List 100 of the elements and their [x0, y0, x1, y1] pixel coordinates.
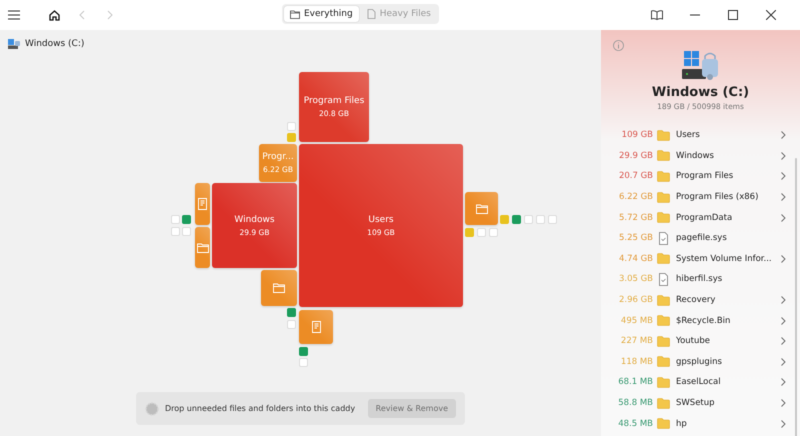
folder-tile[interactable]: [261, 270, 297, 306]
folder-row[interactable]: 5.25 GB pagefile.sys: [601, 228, 800, 249]
item-tile[interactable]: [548, 215, 557, 224]
file-icon: [657, 232, 670, 245]
item-name: SWSetup: [676, 398, 716, 408]
item-name: ProgramData: [676, 212, 734, 223]
folder-icon: [657, 398, 670, 409]
book-icon[interactable]: [651, 10, 663, 20]
item-name: Recovery: [676, 295, 716, 306]
folder-icon: [476, 204, 488, 214]
folder-row[interactable]: 29.9 GB Windows: [601, 146, 800, 166]
folder-row[interactable]: 227 MB Youtube: [601, 330, 800, 352]
item-tile[interactable]: [287, 122, 296, 131]
item-tile[interactable]: [182, 227, 191, 236]
folder-row[interactable]: 6.22 GB Program Files (x86): [601, 186, 800, 208]
item-tile[interactable]: [182, 215, 191, 224]
item-name: EaselLocal: [676, 377, 722, 388]
menu-icon[interactable]: [8, 10, 20, 20]
breadcrumb[interactable]: Windows (C:): [25, 39, 84, 49]
item-size: 3.05 GB: [618, 274, 653, 284]
folder-row[interactable]: 2.96 GB Recovery: [601, 290, 800, 310]
close-icon[interactable]: [766, 10, 776, 20]
folder-icon: [657, 253, 670, 264]
drive-icon: [8, 39, 20, 49]
folder-icon: [657, 170, 670, 182]
item-name: hiberfil.sys: [676, 274, 724, 284]
folder-icon: [196, 242, 208, 252]
folder-icon: [657, 294, 670, 306]
folder-icon: [657, 150, 670, 162]
item-name: Program Files (x86): [676, 192, 760, 202]
item-tile[interactable]: [465, 228, 474, 237]
item-size: 29.9 GB: [618, 150, 653, 161]
maximize-icon[interactable]: [728, 10, 738, 20]
folder-icon: [273, 283, 285, 293]
item-tile[interactable]: [489, 228, 498, 237]
folder-row[interactable]: 48.5 MB hp: [601, 413, 800, 434]
item-name: Windows: [676, 150, 715, 161]
item-name: Youtube: [676, 336, 711, 346]
folder-row[interactable]: 68.1 MB EaselLocal: [601, 372, 800, 393]
item-tile[interactable]: [299, 358, 308, 367]
item-size: 5.72 GB: [618, 212, 653, 223]
block-name: Windows: [234, 214, 275, 224]
item-tile[interactable]: [299, 347, 308, 356]
block-name: Users: [368, 214, 394, 224]
file-icon: [366, 9, 376, 19]
item-tile[interactable]: [500, 215, 509, 224]
folder-row[interactable]: 495 MB $Recycle.Bin: [601, 310, 800, 331]
file-icon: [657, 272, 670, 286]
folder-row[interactable]: 58.8 MB SWSetup: [601, 392, 800, 414]
item-tile[interactable]: [536, 215, 545, 224]
item-tile[interactable]: [287, 320, 296, 329]
item-tile[interactable]: [171, 227, 180, 236]
item-size: 4.74 GB: [618, 254, 653, 264]
circle-icon: [145, 402, 159, 416]
item-size: 48.5 MB: [617, 418, 653, 429]
item-name: Program Files: [676, 171, 734, 182]
item-tile[interactable]: [512, 215, 521, 224]
home-icon[interactable]: [48, 10, 60, 20]
folder-icon: [657, 376, 670, 388]
folder-icon: [657, 212, 670, 224]
item-name: pagefile.sys: [676, 233, 728, 244]
item-name: hp: [676, 418, 688, 429]
item-name: System Volume Infor...: [676, 254, 773, 264]
folder-icon: [657, 192, 670, 203]
folder-row[interactable]: 4.74 GB System Volume Infor...: [601, 248, 800, 270]
folder-row[interactable]: 20.7 GB Program Files: [601, 166, 800, 187]
item-size: 68.1 MB: [617, 377, 653, 388]
item-size: 227 MB: [620, 336, 653, 346]
folder-tile[interactable]: [465, 192, 498, 225]
drive-icon: [682, 51, 720, 81]
item-tile[interactable]: [171, 215, 180, 224]
file-tile[interactable]: [195, 183, 210, 225]
info-icon[interactable]: [613, 40, 624, 51]
caddy-text: Drop unneeded files and folders into this caddy: [165, 404, 356, 413]
minimize-icon[interactable]: [690, 14, 700, 16]
folder-row[interactable]: 109 GB Users: [601, 125, 800, 146]
drive-title: Windows (C:): [652, 85, 750, 100]
item-size: 118 MB: [620, 356, 653, 367]
folder-row[interactable]: 118 MB gpsplugins: [601, 352, 800, 372]
item-tile[interactable]: [524, 215, 533, 224]
item-size: 20.7 GB: [618, 171, 653, 182]
folder-tile[interactable]: [195, 227, 210, 268]
item-size: 6.22 GB: [618, 192, 653, 202]
item-name: Users: [676, 130, 701, 140]
folder-icon: [657, 356, 670, 368]
view-tab[interactable]: Everything: [284, 6, 359, 22]
folder-row[interactable]: 5.72 GB ProgramData: [601, 207, 800, 228]
item-tile[interactable]: [477, 228, 486, 237]
item-tile[interactable]: [287, 133, 296, 142]
item-tile[interactable]: [287, 308, 296, 317]
item-size: 5.25 GB: [618, 233, 653, 244]
folder-icon: [657, 336, 670, 347]
item-name: $Recycle.Bin: [676, 316, 732, 326]
folder-icon: [657, 315, 670, 326]
item-size: 2.96 GB: [618, 295, 653, 306]
folder-row[interactable]: 3.05 GB hiberfil.sys: [601, 269, 800, 290]
item-size: 58.8 MB: [617, 398, 653, 408]
folder-icon: [657, 418, 670, 430]
document-icon: [312, 321, 320, 333]
file-tile[interactable]: [299, 310, 333, 344]
